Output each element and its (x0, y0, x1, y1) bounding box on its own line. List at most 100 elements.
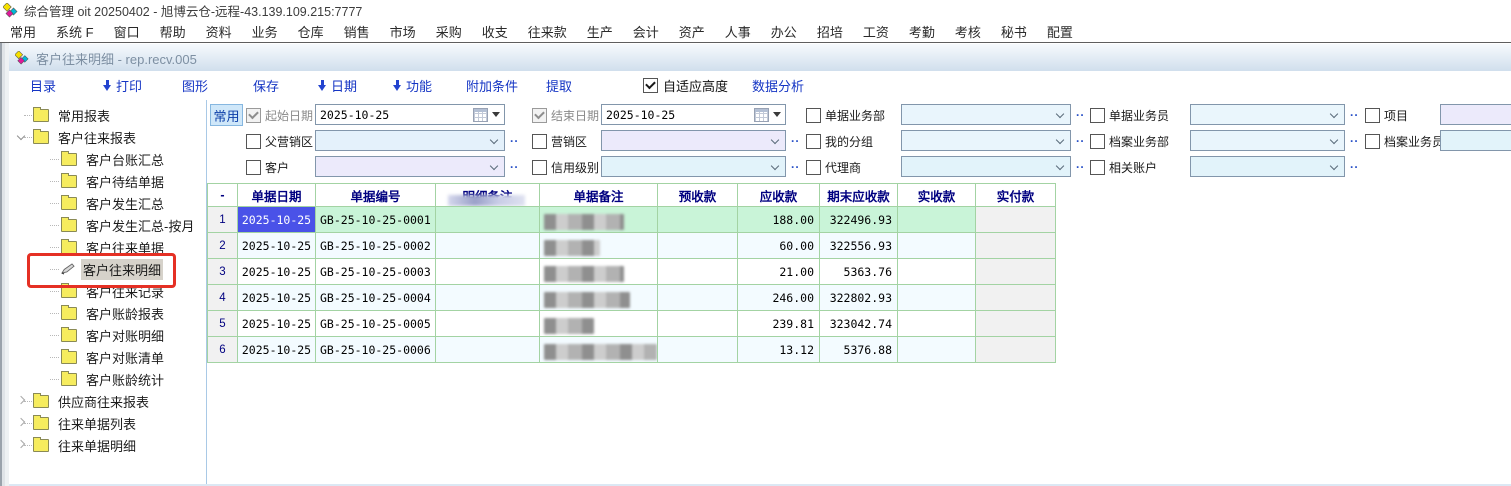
menu-item[interactable]: 常用 (0, 22, 46, 41)
down-arrow-icon[interactable] (393, 80, 402, 91)
tree-item[interactable]: 客户往来单据 (9, 236, 206, 258)
receivable-cell[interactable]: 13.12 (738, 337, 820, 363)
table-row[interactable]: 5 2025-10-25 GB-25-10-25-0005 239.81 323… (208, 311, 1056, 337)
tree-item[interactable]: 客户台账汇总 (9, 148, 206, 170)
received-cell[interactable] (898, 207, 976, 233)
toolbar-button[interactable]: 日期 (318, 71, 357, 100)
ending-receivable-cell[interactable]: 5376.88 (820, 337, 898, 363)
expand-arrow-icon[interactable] (17, 132, 25, 140)
detail-note-cell[interactable] (436, 285, 540, 311)
row-number-cell[interactable]: 3 (208, 259, 238, 285)
filter-checkbox[interactable] (246, 160, 261, 175)
filter-checkbox[interactable] (532, 108, 547, 123)
menu-item[interactable]: 系统 F (46, 22, 104, 41)
detail-note-cell[interactable] (436, 207, 540, 233)
prepaid-cell[interactable] (658, 337, 738, 363)
menu-item[interactable]: 采购 (426, 22, 472, 41)
menu-item[interactable]: 考核 (945, 22, 991, 41)
tree-item[interactable]: 客户发生汇总-按月 (9, 214, 206, 236)
filter-select[interactable] (1190, 156, 1345, 177)
prepaid-cell[interactable] (658, 285, 738, 311)
paid-cell[interactable] (976, 233, 1056, 259)
receivable-cell[interactable]: 60.00 (738, 233, 820, 259)
row-number-cell[interactable]: 6 (208, 337, 238, 363)
filter-checkbox[interactable] (1090, 160, 1105, 175)
doc-date-cell[interactable]: 2025-10-25 (238, 337, 316, 363)
toolbar-button[interactable]: 图形 (182, 71, 208, 100)
filter-select[interactable] (1190, 104, 1345, 125)
filter-select[interactable] (315, 130, 505, 151)
tree-item[interactable]: 常用报表 (9, 104, 206, 126)
tree-item[interactable]: 客户往来报表 (9, 126, 206, 148)
doc-date-cell[interactable]: 2025-10-25 (238, 207, 316, 233)
tree-item[interactable]: 往来单据明细 (9, 434, 206, 456)
filter-checkbox[interactable] (806, 108, 821, 123)
filter-select[interactable] (901, 104, 1071, 125)
filter-checkbox[interactable] (1090, 134, 1105, 149)
filter-input[interactable] (1440, 104, 1511, 125)
calendar-icon[interactable] (754, 108, 769, 122)
received-cell[interactable] (898, 285, 976, 311)
toolbar-button[interactable]: 功能 (393, 71, 432, 100)
date-input[interactable]: 2025-10-25 (315, 104, 505, 125)
doc-note-cell[interactable] (540, 207, 658, 233)
filter-checkbox[interactable] (532, 134, 547, 149)
received-cell[interactable] (898, 259, 976, 285)
expand-arrow-icon[interactable] (17, 418, 25, 426)
menu-item[interactable]: 配置 (1037, 22, 1083, 41)
checkbox-icon[interactable] (643, 78, 658, 93)
doc-note-cell[interactable] (540, 259, 658, 285)
doc-number-cell[interactable]: GB-25-10-25-0001 (316, 207, 436, 233)
filter-select[interactable] (901, 156, 1071, 177)
menu-item[interactable]: 市场 (380, 22, 426, 41)
autofit-checkbox[interactable]: 自适应高度 (643, 71, 728, 100)
column-header[interactable]: - (208, 184, 238, 207)
filter-select[interactable] (601, 156, 786, 177)
menu-item[interactable]: 销售 (334, 22, 380, 41)
doc-date-cell[interactable]: 2025-10-25 (238, 285, 316, 311)
menu-item[interactable]: 办公 (761, 22, 807, 41)
doc-date-cell[interactable]: 2025-10-25 (238, 311, 316, 337)
filter-checkbox[interactable] (246, 108, 261, 123)
column-header[interactable]: 明细备注 (436, 184, 540, 207)
filter-checkbox[interactable] (1365, 108, 1380, 123)
tree-item[interactable]: 客户对账清单 (9, 346, 206, 368)
ending-receivable-cell[interactable]: 323042.74 (820, 311, 898, 337)
filter-select[interactable] (601, 130, 786, 151)
row-number-cell[interactable]: 5 (208, 311, 238, 337)
menu-item[interactable]: 仓库 (288, 22, 334, 41)
filter-select[interactable] (315, 156, 505, 177)
receivable-cell[interactable]: 21.00 (738, 259, 820, 285)
down-arrow-icon[interactable] (318, 80, 327, 91)
filter-input[interactable] (1440, 130, 1511, 151)
prepaid-cell[interactable] (658, 259, 738, 285)
doc-number-cell[interactable]: GB-25-10-25-0003 (316, 259, 436, 285)
toolbar-button[interactable]: 目录 (30, 71, 56, 100)
receivable-cell[interactable]: 246.00 (738, 285, 820, 311)
menu-item[interactable]: 招培 (807, 22, 853, 41)
toolbar-button[interactable]: 保存 (253, 71, 279, 100)
doc-date-cell[interactable]: 2025-10-25 (238, 233, 316, 259)
filter-checkbox[interactable] (246, 134, 261, 149)
doc-note-cell[interactable] (540, 285, 658, 311)
paid-cell[interactable] (976, 285, 1056, 311)
menu-item[interactable]: 资料 (196, 22, 242, 41)
dropdown-arrow-icon[interactable] (773, 112, 781, 117)
table-row[interactable]: 2 2025-10-25 GB-25-10-25-0002 60.00 3225… (208, 233, 1056, 259)
doc-date-cell[interactable]: 2025-10-25 (238, 259, 316, 285)
receivable-cell[interactable]: 239.81 (738, 311, 820, 337)
menu-item[interactable]: 帮助 (150, 22, 196, 41)
filter-select[interactable] (901, 130, 1071, 151)
table-row[interactable]: 4 2025-10-25 GB-25-10-25-0004 246.00 322… (208, 285, 1056, 311)
detail-note-cell[interactable] (436, 311, 540, 337)
data-analysis-button[interactable]: 数据分析 (752, 71, 804, 100)
tree-item[interactable]: 客户发生汇总 (9, 192, 206, 214)
doc-note-cell[interactable] (540, 233, 658, 259)
expand-arrow-icon[interactable] (17, 396, 25, 404)
column-header[interactable]: 单据备注 (540, 184, 658, 207)
receivable-cell[interactable]: 188.00 (738, 207, 820, 233)
expand-arrow-icon[interactable] (17, 440, 25, 448)
column-header[interactable]: 单据编号 (316, 184, 436, 207)
filter-checkbox[interactable] (806, 134, 821, 149)
doc-note-cell[interactable] (540, 311, 658, 337)
